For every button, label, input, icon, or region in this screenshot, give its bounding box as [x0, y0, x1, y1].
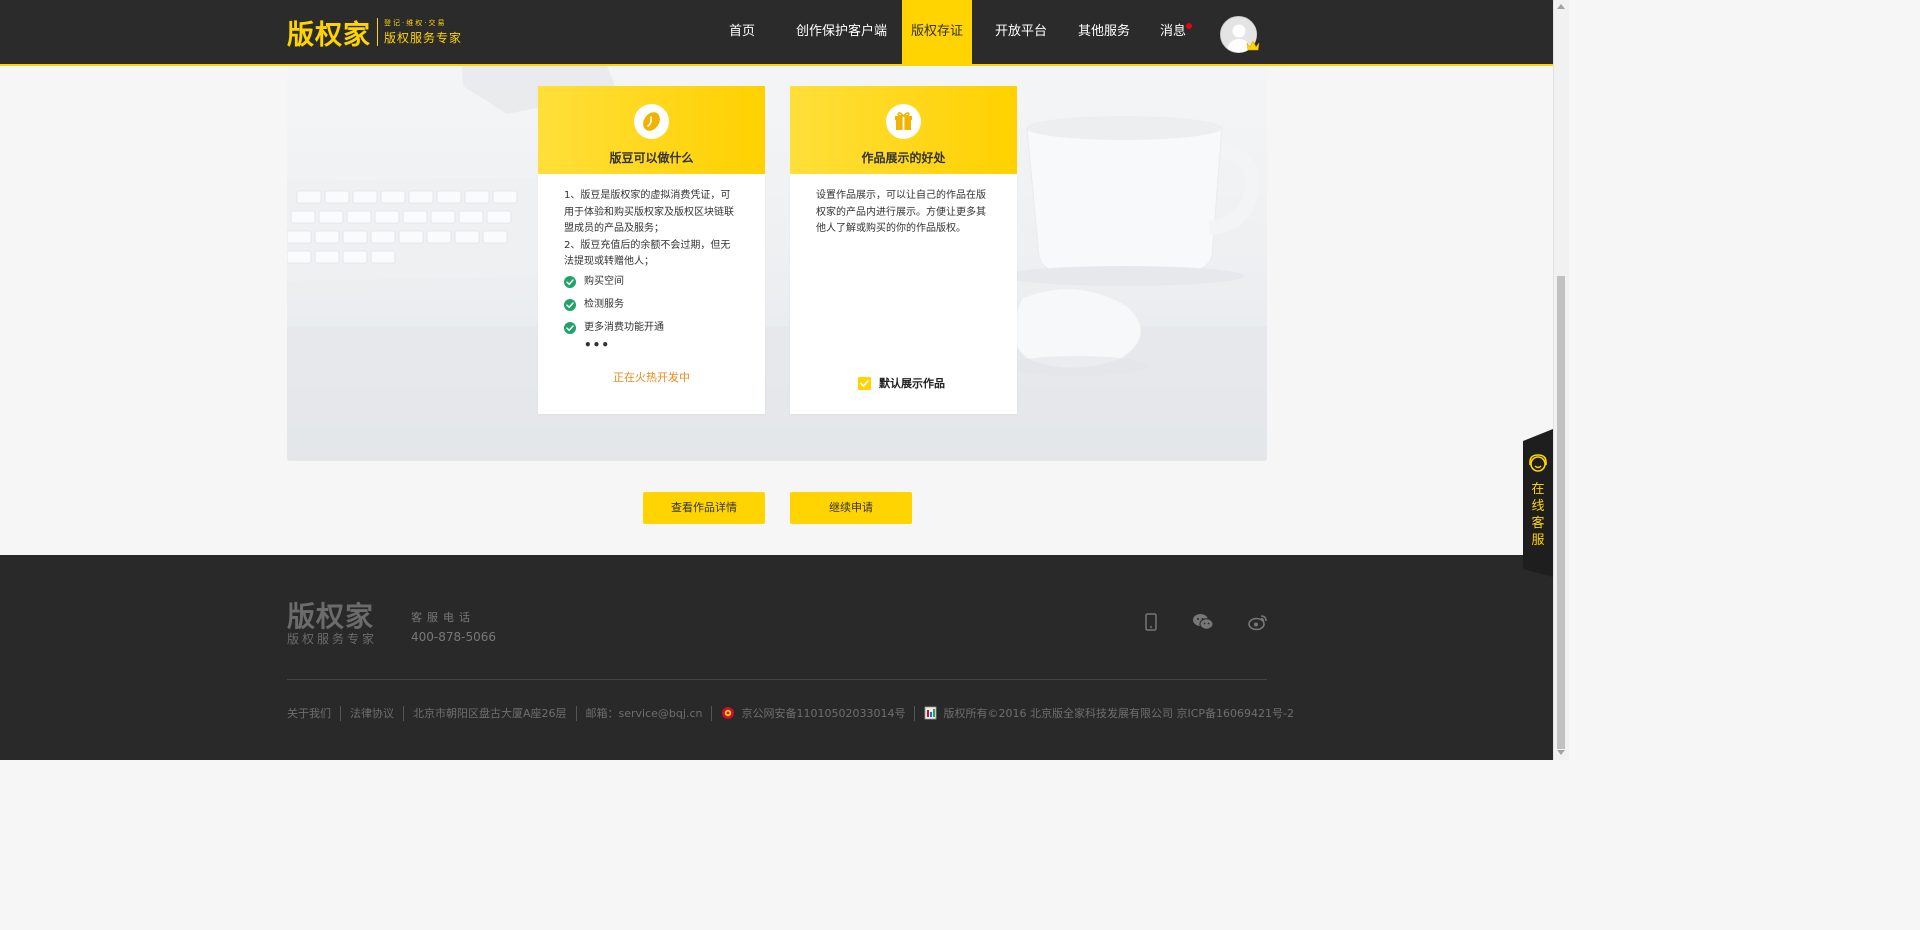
footer-link-about[interactable]: 关于我们: [287, 705, 331, 721]
hero-background-image: [287, 66, 1267, 461]
showcase-icon-badge: [886, 104, 921, 139]
nav-home[interactable]: 首页: [729, 0, 755, 64]
hero-panel: 版豆可以做什么 1、版豆是版权家的虚拟消费凭证，可用于体验和购买版权家及版权区块…: [287, 66, 1267, 461]
beans-item: 购买空间: [564, 271, 739, 294]
license-icon: [925, 706, 937, 720]
headset-icon: [1529, 454, 1547, 472]
showcase-card-body: 设置作品展示，可以让自己的作品在版权家的产品内进行展示。方便让更多其他人了解或购…: [790, 174, 1017, 238]
footer: 版权家 版权服务专家 客服电话 400-878-5066 关于我们 法律协议 北…: [0, 555, 1553, 760]
showcase-card: 作品展示的好处 设置作品展示，可以让自己的作品在版权家的产品内进行展示。方便让更…: [790, 86, 1017, 414]
footer-police-record[interactable]: 京公网安备11010502033014号: [741, 705, 905, 721]
nav-creation-client[interactable]: 创作保护客户端: [796, 0, 887, 64]
logo-divider: [377, 18, 378, 46]
logo-slogan: 版权服务专家: [384, 31, 463, 45]
more-dots: •••: [584, 337, 611, 352]
beans-item-label: 检测服务: [584, 298, 624, 310]
check-icon: [564, 299, 576, 311]
crown-icon: [1246, 40, 1260, 51]
footer-address: 北京市朝阳区盘古大厦A座26层: [413, 707, 567, 720]
page-scrollbar[interactable]: [1553, 0, 1569, 760]
footer-email: 邮箱：service@bqj.cn: [585, 707, 703, 720]
support-label: 在线客服: [1531, 482, 1545, 548]
default-showcase-checkbox[interactable]: [858, 376, 871, 390]
beans-item-label: 购买空间: [584, 275, 624, 287]
check-icon: [564, 276, 576, 288]
police-badge-icon: [722, 707, 735, 719]
footer-link-legal[interactable]: 法律协议: [350, 705, 394, 721]
footer-separator: [340, 705, 341, 721]
bean-icon: [643, 112, 660, 131]
beans-card-title: 版豆可以做什么: [609, 151, 694, 165]
gift-icon: [895, 112, 912, 130]
logo-main-text: 版权家: [287, 19, 371, 51]
service-phone-number: 400-878-5066: [411, 630, 497, 644]
beans-icon-badge: [634, 104, 669, 139]
beans-item: 检测服务: [564, 294, 739, 317]
beans-card: 版豆可以做什么 1、版豆是版权家的虚拟消费凭证，可用于体验和购买版权家及版权区块…: [538, 86, 765, 414]
developing-notice: 正在火热开发中: [613, 370, 690, 384]
nav-open-platform[interactable]: 开放平台: [995, 0, 1047, 64]
showcase-text: 设置作品展示，可以让自己的作品在版权家的产品内进行展示。方便让更多其他人了解或购…: [816, 190, 986, 234]
nav-messages-label: 消息: [1160, 24, 1187, 39]
check-icon: [564, 322, 576, 334]
footer-divider: [287, 679, 1267, 680]
scroll-up-arrow[interactable]: [1557, 4, 1565, 9]
footer-separator: [711, 705, 713, 721]
footer-logo[interactable]: 版权家 版权服务专家: [287, 600, 378, 647]
showcase-card-title: 作品展示的好处: [861, 151, 946, 165]
beans-card-header: 版豆可以做什么: [538, 86, 765, 174]
footer-separator: [403, 705, 404, 721]
beans-item-label: 更多消费功能开通: [584, 321, 664, 333]
footer-links: 关于我们 法律协议 北京市朝阳区盘古大厦A座26层 邮箱：service@bqj…: [287, 705, 1294, 721]
top-header: 版权家 登记·维权·交易 版权服务专家 首页 创作保护客户端 版权存证 开放平台…: [0, 0, 1553, 66]
logo[interactable]: 版权家 登记·维权·交易 版权服务专家: [287, 14, 462, 51]
beans-item: 更多消费功能开通: [564, 317, 739, 340]
default-showcase-toggle[interactable]: 默认展示作品: [858, 375, 945, 391]
wechat-icon[interactable]: [1192, 613, 1214, 631]
footer-logo-main: 版权家: [287, 600, 375, 633]
scroll-thumb[interactable]: [1557, 276, 1565, 749]
beans-card-body: 1、版豆是版权家的虚拟消费凭证，可用于体验和购买版权家及版权区块链联盟成员的产品…: [538, 174, 765, 386]
beans-para-1: 1、版豆是版权家的虚拟消费凭证，可用于体验和购买版权家及版权区块链联盟成员的产品…: [564, 190, 734, 234]
continue-apply-button[interactable]: 继续申请: [790, 492, 912, 524]
showcase-card-header: 作品展示的好处: [790, 86, 1017, 174]
view-details-button[interactable]: 查看作品详情: [643, 492, 765, 524]
user-avatar[interactable]: [1220, 16, 1260, 53]
weibo-icon[interactable]: [1248, 613, 1268, 631]
default-showcase-label: 默认展示作品: [879, 377, 945, 390]
footer-logo-sub: 版权服务专家: [287, 632, 378, 646]
logo-tagline: 登记·维权·交易: [384, 19, 447, 27]
beans-para-2: 2、版豆充值后的余额不会过期，但无法提现或转赠他人；: [564, 239, 731, 268]
footer-separator: [575, 705, 577, 721]
mobile-icon[interactable]: [1144, 613, 1158, 631]
nav-messages[interactable]: 消息: [1160, 0, 1193, 64]
check-icon: [860, 379, 869, 387]
scroll-down-arrow[interactable]: [1557, 750, 1565, 755]
footer-separator: [914, 705, 916, 721]
nav-copyright-evidence[interactable]: 版权存证: [902, 0, 972, 64]
logo-sub: 登记·维权·交易 版权服务专家: [384, 18, 462, 46]
service-phone-label: 客服电话: [411, 611, 475, 624]
unread-dot: [1186, 23, 1193, 29]
online-support-tab[interactable]: 在线客服: [1523, 429, 1553, 577]
nav-other-services[interactable]: 其他服务: [1078, 0, 1130, 64]
footer-service: 客服电话 400-878-5066: [411, 610, 496, 646]
footer-copyright: 版权所有©2016 北京版全家科技发展有限公司 京ICP备16069421号-2: [943, 707, 1294, 720]
